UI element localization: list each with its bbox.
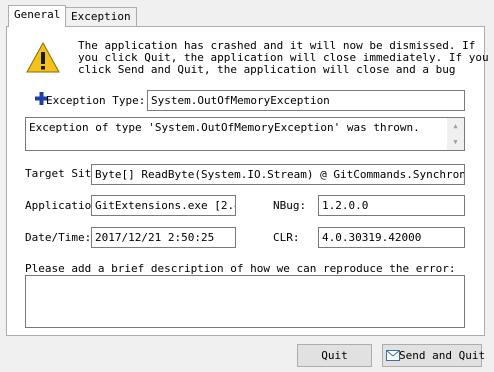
description-textarea[interactable] — [25, 275, 465, 328]
tab-exception-label: Exception — [71, 10, 131, 23]
description-label: Please add a brief description of how we… — [25, 262, 456, 275]
send-and-quit-button-label: Send and Quit — [399, 349, 486, 362]
send-and-quit-button[interactable]: Send and Quit — [382, 344, 486, 367]
exception-message-text: Exception of type 'System.OutOfMemoryExc… — [29, 121, 420, 134]
tab-general-label: General — [14, 8, 61, 21]
exception-message-scrollbar[interactable]: ▲ ▼ — [447, 118, 464, 150]
nbug-field[interactable]: 1.2.0.0 — [318, 195, 465, 216]
datetime-field[interactable]: 2017/12/21 2:50:25 — [91, 227, 236, 248]
quit-button-label: Quit — [321, 349, 348, 362]
scroll-down-icon[interactable]: ▼ — [447, 135, 464, 149]
exception-message-area[interactable]: Exception of type 'System.OutOfMemoryExc… — [25, 117, 465, 151]
application-label: Application — [25, 199, 98, 212]
exception-type-label: Exception Type: — [46, 94, 146, 107]
application-field[interactable]: GitExtensions.exe [2.49 — [91, 195, 236, 216]
nbug-label: NBug: — [273, 199, 307, 212]
crash-message-line-3: click Send and Quit, the application wil… — [78, 63, 456, 76]
target-site-label: Target Site — [25, 167, 98, 180]
clr-field[interactable]: 4.0.30319.42000 — [318, 227, 465, 248]
datetime-label: Date/Time: — [25, 231, 92, 244]
tab-general[interactable]: General — [8, 5, 67, 27]
scroll-up-icon[interactable]: ▲ — [447, 119, 464, 133]
target-site-field[interactable]: Byte[] ReadByte(System.IO.Stream) @ GitC… — [91, 164, 465, 185]
tab-exception[interactable]: Exception — [65, 7, 137, 26]
clr-label: CLR: — [273, 231, 300, 244]
warning-icon — [26, 42, 60, 73]
quit-button[interactable]: Quit — [297, 344, 372, 367]
mail-icon — [386, 350, 400, 361]
exception-type-field[interactable]: System.OutOfMemoryException — [147, 90, 465, 111]
